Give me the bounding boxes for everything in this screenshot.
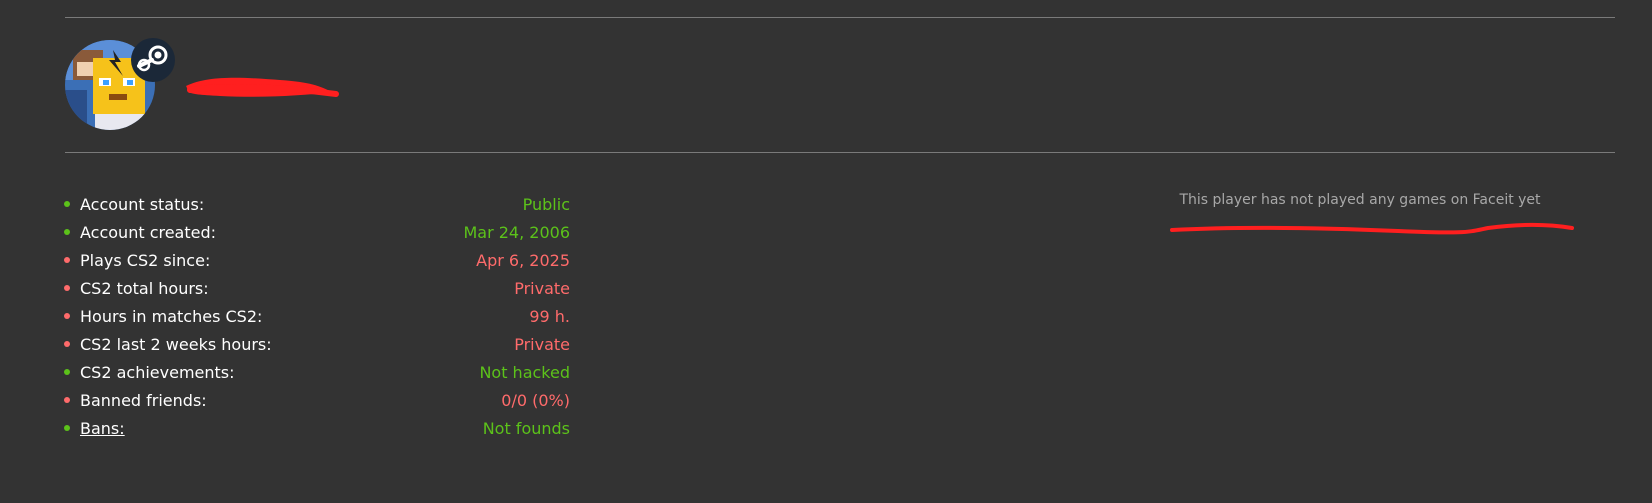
status-dot bbox=[64, 257, 70, 263]
stat-row-plays-since: Plays CS2 since: Apr 6, 2025 bbox=[62, 246, 570, 274]
player-profile-page: Account status: Public Account created: … bbox=[0, 0, 1652, 503]
stat-row-total-hours: CS2 total hours: Private bbox=[62, 274, 570, 302]
stat-value: Public bbox=[522, 194, 570, 214]
stat-label: CS2 last 2 weeks hours: bbox=[80, 334, 272, 354]
stat-label: Account status: bbox=[80, 194, 205, 214]
stat-row-achievements: CS2 achievements: Not hacked bbox=[62, 358, 570, 386]
steam-icon[interactable] bbox=[131, 38, 175, 82]
status-dot bbox=[64, 229, 70, 235]
stat-row-two-weeks-hours: CS2 last 2 weeks hours: Private bbox=[62, 330, 570, 358]
redacted-username-scribble bbox=[186, 77, 339, 97]
stat-value: Private bbox=[514, 278, 570, 298]
stat-label: CS2 achievements: bbox=[80, 362, 235, 382]
status-dot bbox=[64, 397, 70, 403]
status-dot bbox=[64, 201, 70, 207]
stat-row-banned-friends: Banned friends: 0/0 (0%) bbox=[62, 386, 570, 414]
status-dot bbox=[64, 313, 70, 319]
stat-label: Banned friends: bbox=[80, 390, 207, 410]
stat-value: 0/0 (0%) bbox=[501, 390, 570, 410]
stat-value: Not hacked bbox=[479, 362, 570, 382]
stat-label: Hours in matches CS2: bbox=[80, 306, 263, 326]
stat-value: Not founds bbox=[482, 418, 570, 438]
stat-value: Apr 6, 2025 bbox=[476, 250, 570, 270]
profile-header bbox=[65, 38, 175, 134]
status-dot bbox=[64, 425, 70, 431]
status-dot bbox=[64, 285, 70, 291]
status-dot bbox=[64, 369, 70, 375]
account-stats-list: Account status: Public Account created: … bbox=[62, 190, 570, 442]
header-divider bbox=[65, 152, 1615, 153]
stat-row-account-status: Account status: Public bbox=[62, 190, 570, 218]
top-divider bbox=[65, 17, 1615, 18]
stat-row-match-hours: Hours in matches CS2: 99 h. bbox=[62, 302, 570, 330]
stat-label: CS2 total hours: bbox=[80, 278, 209, 298]
stat-value: Mar 24, 2006 bbox=[463, 222, 570, 242]
stat-row-bans: Bans: Not founds bbox=[62, 414, 570, 442]
stat-label: Account created: bbox=[80, 222, 217, 242]
bans-link[interactable]: Bans: bbox=[80, 419, 483, 438]
stat-value: 99 h. bbox=[529, 306, 570, 326]
stat-row-account-created: Account created: Mar 24, 2006 bbox=[62, 218, 570, 246]
stat-label: Plays CS2 since: bbox=[80, 250, 211, 270]
status-dot bbox=[64, 341, 70, 347]
stat-value: Private bbox=[514, 334, 570, 354]
redaction-underline-scribble bbox=[1170, 223, 1574, 235]
faceit-status-message: This player has not played any games on … bbox=[1179, 192, 1541, 208]
